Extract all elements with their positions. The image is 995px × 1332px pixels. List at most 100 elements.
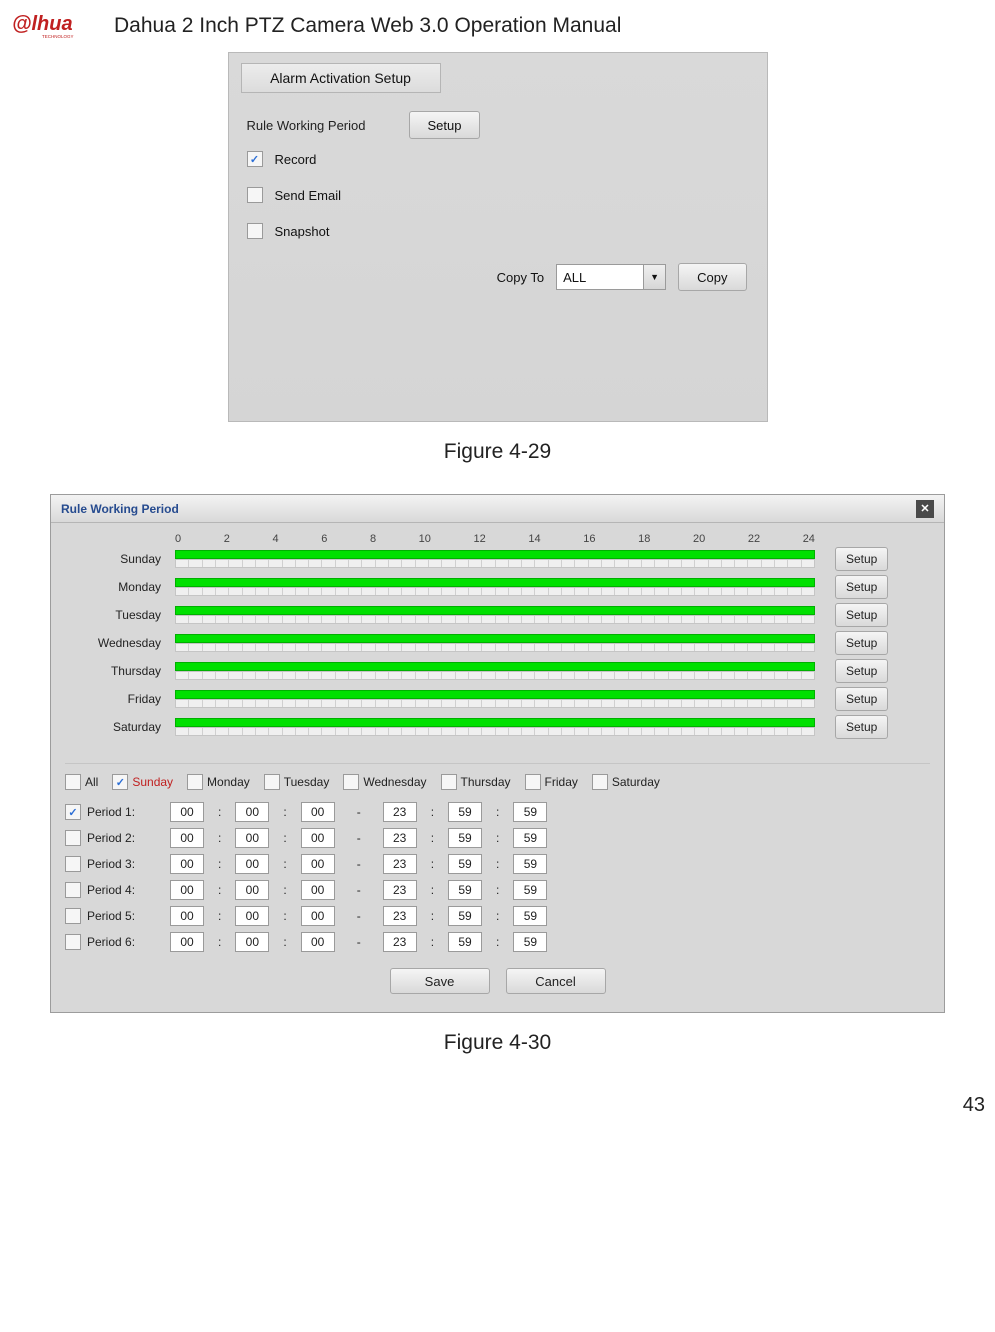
schedule-timeline[interactable] xyxy=(175,606,815,624)
document-title: Dahua 2 Inch PTZ Camera Web 3.0 Operatio… xyxy=(114,10,621,38)
colon-separator: : xyxy=(427,935,438,949)
copy-to-select[interactable]: ALL ▼ xyxy=(556,264,666,290)
monday-checkbox[interactable] xyxy=(187,774,203,790)
end-time-input[interactable]: 59 xyxy=(448,854,482,874)
end-time-input[interactable]: 59 xyxy=(513,828,547,848)
end-time-input[interactable]: 59 xyxy=(513,932,547,952)
end-time-input[interactable]: 23 xyxy=(383,828,417,848)
brand-logo: @lhua TECHNOLOGY xyxy=(12,10,106,40)
start-time-input[interactable]: 00 xyxy=(301,932,335,952)
end-time-input[interactable]: 59 xyxy=(448,880,482,900)
schedule-timeline[interactable] xyxy=(175,578,815,596)
schedule-timeline[interactable] xyxy=(175,550,815,568)
day-setup-button[interactable]: Setup xyxy=(835,603,888,627)
all-checkbox[interactable] xyxy=(65,774,81,790)
start-time-input[interactable]: 00 xyxy=(170,854,204,874)
sunday-label: Sunday xyxy=(132,775,173,789)
close-icon[interactable]: ✕ xyxy=(916,500,934,518)
schedule-timeline[interactable] xyxy=(175,690,815,708)
figure-30-caption: Figure 4-30 xyxy=(0,1031,995,1055)
day-setup-button[interactable]: Setup xyxy=(835,659,888,683)
day-setup-button[interactable]: Setup xyxy=(835,547,888,571)
start-time-input[interactable]: 00 xyxy=(235,802,269,822)
end-time-input[interactable]: 59 xyxy=(448,906,482,926)
start-time-input[interactable]: 00 xyxy=(301,880,335,900)
start-time-input[interactable]: 00 xyxy=(170,802,204,822)
colon-separator: : xyxy=(279,909,290,923)
chevron-down-icon[interactable]: ▼ xyxy=(643,265,665,289)
end-time-input[interactable]: 23 xyxy=(383,932,417,952)
period-checkbox[interactable] xyxy=(65,830,81,846)
send-email-checkbox[interactable] xyxy=(247,187,263,203)
day-setup-button[interactable]: Setup xyxy=(835,715,888,739)
day-setup-button[interactable]: Setup xyxy=(835,575,888,599)
tuesday-checkbox[interactable] xyxy=(264,774,280,790)
schedule-timeline[interactable] xyxy=(175,718,815,736)
friday-checkbox[interactable] xyxy=(525,774,541,790)
schedule-active-bar xyxy=(175,606,815,615)
start-time-input[interactable]: 00 xyxy=(301,802,335,822)
end-time-input[interactable]: 23 xyxy=(383,802,417,822)
colon-separator: : xyxy=(427,831,438,845)
colon-separator: : xyxy=(214,805,225,819)
period-checkbox[interactable] xyxy=(65,882,81,898)
end-time-input[interactable]: 59 xyxy=(448,932,482,952)
thursday-checkbox[interactable] xyxy=(441,774,457,790)
time-tick: 22 xyxy=(748,533,760,545)
end-time-input[interactable]: 59 xyxy=(448,802,482,822)
period-checkbox[interactable] xyxy=(65,856,81,872)
saturday-label: Saturday xyxy=(612,775,660,789)
start-time-input[interactable]: 00 xyxy=(301,854,335,874)
start-time-input[interactable]: 00 xyxy=(301,906,335,926)
day-setup-button[interactable]: Setup xyxy=(835,631,888,655)
colon-separator: : xyxy=(427,909,438,923)
end-time-input[interactable]: 59 xyxy=(513,854,547,874)
start-time-input[interactable]: 00 xyxy=(235,828,269,848)
start-time-input[interactable]: 00 xyxy=(235,854,269,874)
alarm-activation-tab[interactable]: Alarm Activation Setup xyxy=(241,63,441,93)
start-time-input[interactable]: 00 xyxy=(235,880,269,900)
end-time-input[interactable]: 23 xyxy=(383,854,417,874)
start-time-input[interactable]: 00 xyxy=(170,932,204,952)
colon-separator: : xyxy=(214,831,225,845)
rule-setup-button[interactable]: Setup xyxy=(409,111,481,139)
page-number: 43 xyxy=(963,1094,985,1117)
period-row: Period 3:00:00:00-23:59:59 xyxy=(65,854,930,874)
end-time-input[interactable]: 59 xyxy=(448,828,482,848)
end-time-input[interactable]: 59 xyxy=(513,880,547,900)
colon-separator: : xyxy=(279,857,290,871)
snapshot-checkbox[interactable] xyxy=(247,223,263,239)
start-time-input[interactable]: 00 xyxy=(170,828,204,848)
start-time-input[interactable]: 00 xyxy=(235,932,269,952)
copy-button[interactable]: Copy xyxy=(678,263,746,291)
sunday-checkbox[interactable] xyxy=(112,774,128,790)
time-tick: 12 xyxy=(474,533,486,545)
schedule-grid xyxy=(175,559,815,568)
end-time-input[interactable]: 23 xyxy=(383,880,417,900)
start-time-input[interactable]: 00 xyxy=(170,880,204,900)
wednesday-checkbox[interactable] xyxy=(343,774,359,790)
schedule-timeline[interactable] xyxy=(175,634,815,652)
end-time-input[interactable]: 59 xyxy=(513,802,547,822)
period-checkbox[interactable] xyxy=(65,804,81,820)
save-button[interactable]: Save xyxy=(390,968,490,994)
schedule-timeline[interactable] xyxy=(175,662,815,680)
end-time-input[interactable]: 23 xyxy=(383,906,417,926)
day-setup-button[interactable]: Setup xyxy=(835,687,888,711)
end-time-input[interactable]: 59 xyxy=(513,906,547,926)
cancel-button[interactable]: Cancel xyxy=(506,968,606,994)
start-time-input[interactable]: 00 xyxy=(170,906,204,926)
schedule-grid xyxy=(175,671,815,680)
rule-working-period-label: Rule Working Period xyxy=(247,118,397,133)
saturday-checkbox[interactable] xyxy=(592,774,608,790)
period-checkbox[interactable] xyxy=(65,908,81,924)
period-row: Period 4:00:00:00-23:59:59 xyxy=(65,880,930,900)
colon-separator: : xyxy=(492,883,503,897)
colon-separator: : xyxy=(492,805,503,819)
record-checkbox[interactable] xyxy=(247,151,263,167)
period-checkbox[interactable] xyxy=(65,934,81,950)
period-row: Period 6:00:00:00-23:59:59 xyxy=(65,932,930,952)
start-time-input[interactable]: 00 xyxy=(301,828,335,848)
time-tick: 2 xyxy=(224,533,230,545)
start-time-input[interactable]: 00 xyxy=(235,906,269,926)
